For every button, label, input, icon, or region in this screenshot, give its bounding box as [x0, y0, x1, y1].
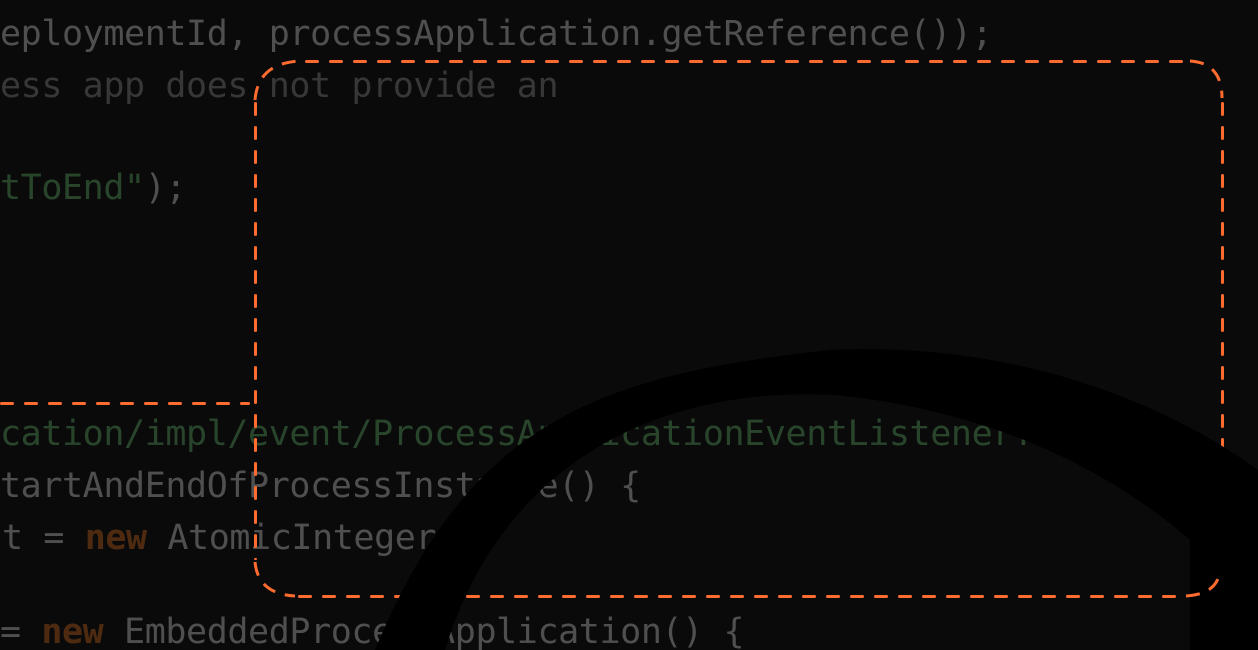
annotation-corner-top-right: [1189, 59, 1224, 99]
annotation-corner-top-left: [253, 59, 301, 101]
ring-arc-shape: [375, 349, 1258, 650]
screenshot-stage: eploymentId, processApplication.getRefer…: [0, 0, 1258, 650]
annotation-corner-bottom-left: [253, 561, 296, 598]
overlay-svg: [253, 59, 1258, 650]
